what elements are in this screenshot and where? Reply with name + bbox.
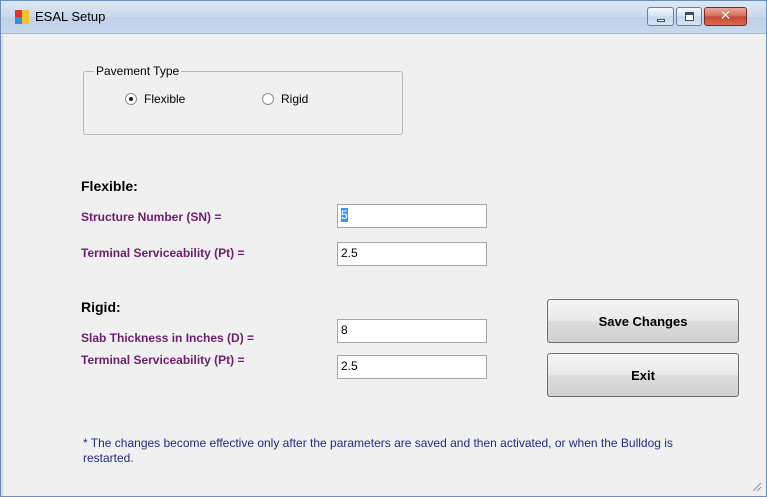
- rigid-terminal-serviceability-label: Terminal Serviceability (Pt) =: [81, 353, 245, 367]
- window-left-edge: [1, 36, 3, 496]
- radio-rigid[interactable]: Rigid: [262, 92, 308, 106]
- maximize-button[interactable]: [676, 7, 702, 26]
- radio-flexible-label: Flexible: [144, 92, 186, 106]
- rigid-heading: Rigid:: [81, 299, 121, 315]
- title-bar[interactable]: ESAL Setup ✕: [1, 1, 766, 34]
- radio-rigid-indicator[interactable]: [262, 93, 274, 105]
- structure-number-label: Structure Number (SN) =: [81, 210, 222, 224]
- rigid-terminal-serviceability-field[interactable]: 2.5: [337, 355, 487, 379]
- flexible-terminal-serviceability-label: Terminal Serviceability (Pt) =: [81, 246, 245, 260]
- exit-button[interactable]: Exit: [547, 353, 739, 397]
- effective-changes-note: * The changes become effective only afte…: [83, 436, 673, 465]
- app-icon: [15, 10, 29, 24]
- radio-flexible-indicator[interactable]: [125, 93, 137, 105]
- structure-number-field[interactable]: 5: [337, 204, 487, 228]
- maximize-icon: [685, 12, 694, 21]
- flexible-heading: Flexible:: [81, 178, 138, 194]
- close-button[interactable]: ✕: [704, 7, 747, 26]
- radio-rigid-label: Rigid: [281, 92, 309, 106]
- flexible-terminal-serviceability-field[interactable]: 2.5: [337, 242, 487, 266]
- minimize-icon: [657, 19, 665, 22]
- radio-flexible[interactable]: Flexible: [125, 92, 185, 106]
- slab-thickness-label: Slab Thickness in Inches (D) =: [81, 331, 255, 345]
- close-icon: ✕: [719, 8, 732, 24]
- pavement-type-legend: Pavement Type: [94, 64, 182, 78]
- esal-setup-window: ESAL Setup ✕ Pavement Type Flexible Rigi…: [0, 0, 767, 497]
- structure-number-value: 5: [341, 208, 348, 222]
- window-title: ESAL Setup: [35, 9, 106, 24]
- resize-grip-icon[interactable]: [750, 480, 762, 492]
- save-changes-button[interactable]: Save Changes: [547, 299, 739, 343]
- slab-thickness-field[interactable]: 8: [337, 319, 487, 343]
- minimize-button[interactable]: [647, 7, 674, 26]
